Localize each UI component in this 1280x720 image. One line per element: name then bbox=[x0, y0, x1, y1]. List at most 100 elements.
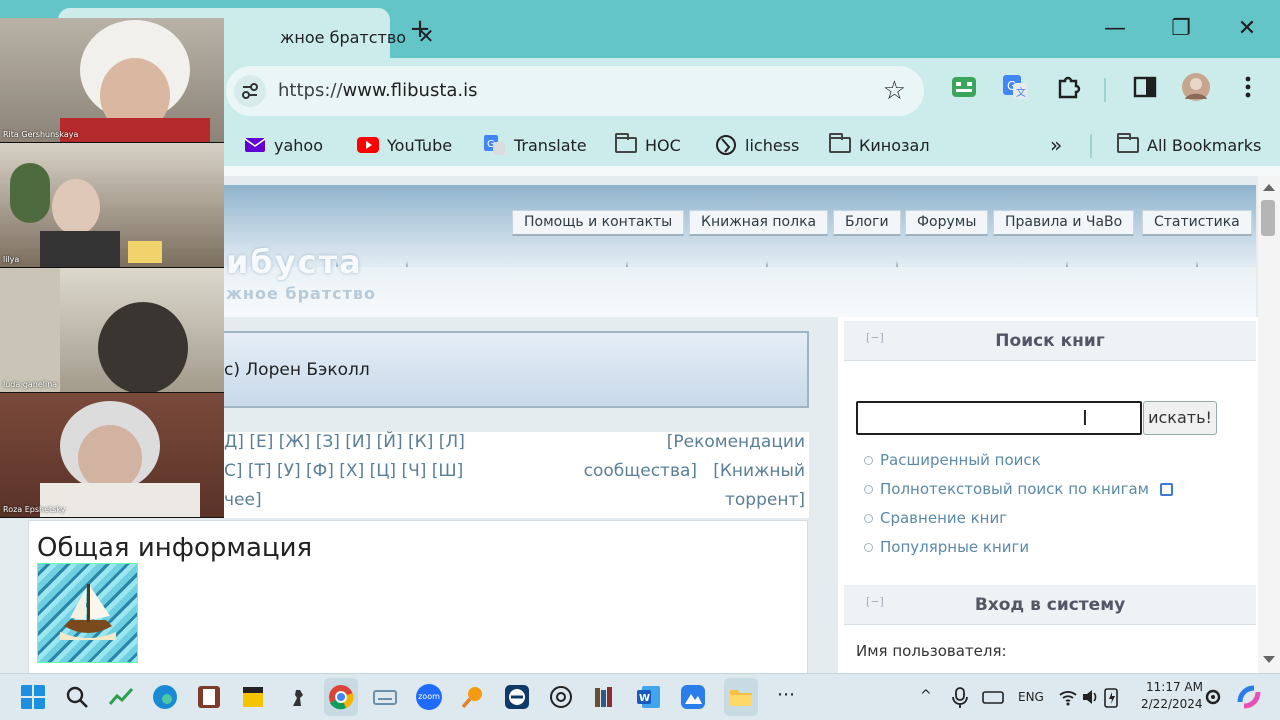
site-logo[interactable]: ибуста bbox=[226, 243, 363, 281]
copilot-icon[interactable] bbox=[1236, 684, 1262, 710]
nav-help-contacts[interactable]: Помощь и контакты bbox=[512, 210, 685, 236]
quote-box: с) Лорен Бэколл bbox=[222, 331, 809, 408]
video-tile[interactable]: Rita Gershunskaya bbox=[0, 18, 224, 143]
username-label: Имя пользователя: bbox=[856, 642, 1007, 660]
book-torrent-link[interactable]: сообщества] [Книжный bbox=[584, 461, 805, 481]
fulltext-search-link[interactable]: Полнотекстовый поиск по книгам bbox=[864, 480, 1173, 498]
nav-statistics[interactable]: Статистика bbox=[1142, 210, 1252, 236]
external-link-icon bbox=[1159, 482, 1173, 496]
bookmarks-divider bbox=[1090, 134, 1092, 158]
video-tile[interactable]: lilya bbox=[0, 143, 224, 268]
all-bookmarks-button[interactable]: All Bookmarks bbox=[1117, 132, 1261, 158]
magnifier-app-icon[interactable] bbox=[460, 684, 486, 710]
side-panel-icon[interactable] bbox=[1131, 73, 1159, 101]
bookmark-star-icon[interactable]: ☆ bbox=[883, 76, 906, 106]
bullet-icon bbox=[864, 455, 873, 465]
word-icon[interactable]: W bbox=[636, 684, 662, 710]
participant-name: luda ganelina bbox=[3, 380, 58, 389]
background-plant bbox=[10, 163, 50, 223]
folder-icon bbox=[615, 133, 637, 153]
participant-name: Roza Epshetsky bbox=[3, 505, 66, 514]
alphabet-row[interactable]: чее] bbox=[224, 490, 262, 510]
clock-date[interactable]: 2/22/2024 bbox=[1141, 697, 1203, 711]
ship-image bbox=[37, 563, 138, 663]
show-hidden-icons-chevron-icon[interactable]: ^ bbox=[920, 688, 932, 704]
volume-icon[interactable] bbox=[1080, 684, 1100, 710]
chatgpt-icon[interactable] bbox=[548, 684, 574, 710]
clock-time[interactable]: 11:17 AM bbox=[1146, 680, 1203, 694]
video-tile[interactable]: Roza Epshetsky bbox=[0, 393, 224, 518]
file-explorer-icon[interactable] bbox=[728, 684, 754, 710]
input-language[interactable]: ENG bbox=[1018, 690, 1044, 704]
extension-green-icon[interactable] bbox=[950, 73, 978, 101]
bookmark-translate[interactable]: G Translate bbox=[484, 132, 587, 158]
bookmark-lichess[interactable]: lichess bbox=[715, 132, 799, 158]
google-translate-icon: G bbox=[484, 135, 505, 155]
wifi-icon[interactable] bbox=[1058, 684, 1078, 710]
stocks-app-icon[interactable] bbox=[108, 684, 134, 710]
solitaire-icon[interactable] bbox=[196, 684, 222, 710]
battery-charging-icon[interactable] bbox=[1102, 684, 1122, 710]
scroll-up-arrow-icon[interactable] bbox=[1263, 184, 1275, 191]
new-tab-button[interactable]: + bbox=[408, 14, 432, 44]
popular-books-link[interactable]: Популярные книги bbox=[864, 538, 1029, 556]
touch-keyboard-icon[interactable] bbox=[982, 684, 1004, 710]
participant-clothes bbox=[40, 231, 120, 267]
nav-forums[interactable]: Форумы bbox=[905, 210, 989, 236]
teamviewer-icon[interactable] bbox=[504, 684, 530, 710]
library-books-icon[interactable] bbox=[592, 684, 618, 710]
address-bar[interactable]: https://www.flibusta.is ☆ bbox=[226, 66, 924, 116]
microphone-icon[interactable] bbox=[950, 684, 970, 710]
book-search-input[interactable]: I bbox=[856, 401, 1142, 435]
folder-icon bbox=[1117, 133, 1139, 153]
bullet-icon bbox=[864, 513, 873, 523]
close-window-button[interactable]: ✕ bbox=[1232, 14, 1262, 44]
general-info-title: Общая информация bbox=[37, 533, 313, 563]
minimize-button[interactable]: — bbox=[1100, 14, 1130, 44]
maximize-button[interactable]: ❐ bbox=[1166, 14, 1196, 44]
bookmark-youtube[interactable]: YouTube bbox=[357, 132, 452, 158]
site-settings-icon[interactable] bbox=[234, 75, 266, 107]
bookmark-folder-kinozal[interactable]: Кинозал bbox=[829, 132, 930, 158]
page-scrollbar[interactable] bbox=[1258, 176, 1280, 673]
lichess-icon bbox=[716, 135, 736, 155]
notification-gear-icon[interactable] bbox=[1204, 684, 1222, 710]
alphabet-row[interactable]: С] [Т] [У] [Ф] [Х] [Ц] [Ч] [Ш] bbox=[224, 461, 463, 481]
quote-text: с) Лорен Бэколл bbox=[224, 360, 370, 380]
chess-icon[interactable] bbox=[284, 684, 310, 710]
scroll-thumb[interactable] bbox=[1261, 200, 1275, 236]
sticky-notes-icon[interactable] bbox=[240, 684, 266, 710]
keyboard-icon[interactable] bbox=[372, 684, 398, 710]
google-translate-extension-icon[interactable]: G文 bbox=[1001, 73, 1029, 101]
participant-clothes bbox=[60, 118, 210, 142]
bookmark-folder-noc[interactable]: НОС bbox=[615, 132, 681, 158]
recommendations-link[interactable]: [Рекомендации bbox=[667, 432, 805, 452]
nav-blogs[interactable]: Блоги bbox=[833, 210, 901, 236]
search-icon[interactable] bbox=[64, 684, 90, 710]
bookmark-yahoo[interactable]: yahoo bbox=[244, 132, 323, 158]
bookmarks-overflow-button[interactable]: » bbox=[1050, 132, 1062, 158]
start-windows-icon[interactable] bbox=[20, 684, 46, 710]
alphabet-row[interactable]: Д] [Е] [Ж] [З] [И] [Й] [К] [Л] bbox=[224, 432, 465, 452]
book-torrent-link-cont[interactable]: торрент] bbox=[725, 490, 805, 510]
background-object bbox=[128, 241, 162, 263]
search-button[interactable]: искать! bbox=[1143, 401, 1217, 435]
toolbar-divider bbox=[1104, 78, 1106, 102]
edge-browser-icon[interactable] bbox=[152, 684, 178, 710]
browser-menu-icon[interactable] bbox=[1236, 73, 1264, 101]
nav-bookshelf[interactable]: Книжная полка bbox=[689, 210, 829, 236]
compare-books-link[interactable]: Сравнение книг bbox=[864, 509, 1007, 527]
youtube-icon bbox=[357, 137, 379, 153]
scroll-down-arrow-icon[interactable] bbox=[1263, 656, 1275, 663]
advanced-search-link[interactable]: Расширенный поиск bbox=[864, 451, 1041, 469]
photos-app-icon[interactable] bbox=[680, 684, 706, 710]
more-apps-icon[interactable]: ⋯ bbox=[777, 684, 795, 705]
nav-rules-faq[interactable]: Правила и ЧаВо bbox=[993, 210, 1135, 236]
extensions-puzzle-icon[interactable] bbox=[1054, 73, 1082, 101]
profile-avatar-icon[interactable] bbox=[1182, 73, 1210, 101]
chrome-icon[interactable] bbox=[328, 684, 354, 710]
alphabet-index: Д] [Е] [Ж] [З] [И] [Й] [К] [Л] С] [Т] [У… bbox=[224, 432, 809, 518]
video-tile[interactable]: luda ganelina bbox=[0, 268, 224, 393]
zoom-app-icon[interactable]: zoom bbox=[416, 684, 442, 710]
bullet-icon bbox=[864, 542, 873, 552]
